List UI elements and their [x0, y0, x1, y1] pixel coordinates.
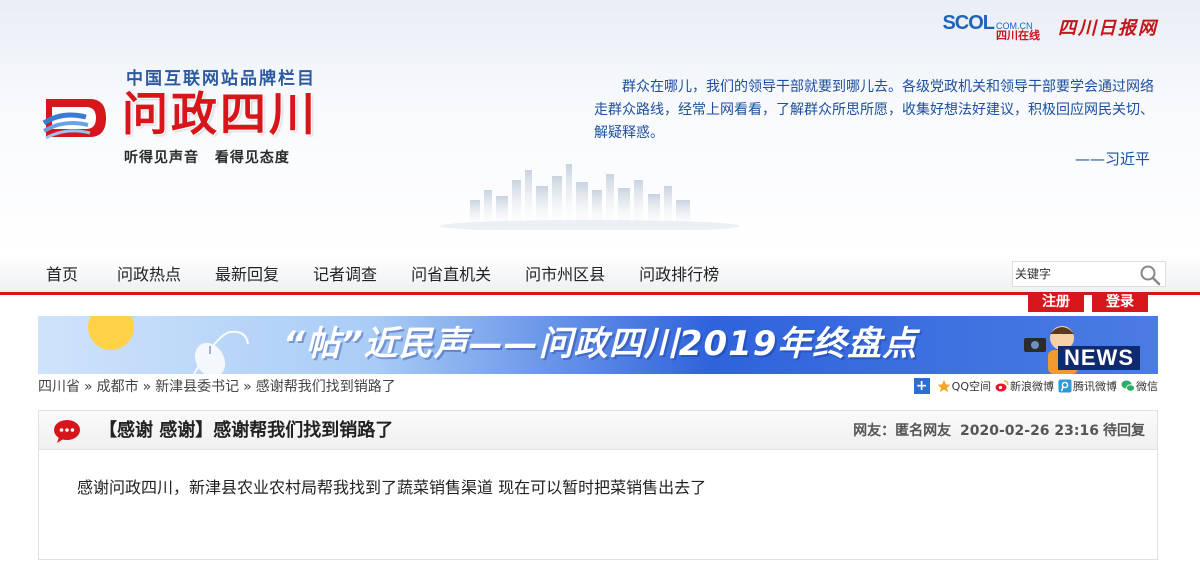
post-header: 【感谢 感谢】感谢帮我们找到销路了 网友：匿名网友 2020-02-26 23:… [38, 410, 1158, 450]
nav-item-rankings[interactable]: 问政排行榜 [622, 255, 736, 295]
breadcrumb-bar: 四川省» 成都市» 新津县委书记» 感谢帮我们找到销路了 + QQ空间 新浪微博 腾讯… [38, 376, 1158, 398]
brand-slogan: 听得见声音 看得见态度 [124, 150, 290, 166]
search-icon[interactable] [1139, 264, 1161, 286]
scol-logo[interactable]: SCOL COM.CN 四川在线 [942, 12, 1040, 42]
news-badge: NEWS [1058, 346, 1140, 370]
post-status: 待回复 [1103, 423, 1145, 439]
post-title: 【感谢 感谢】感谢帮我们找到销路了 [99, 420, 394, 441]
share-wechat[interactable]: 微信 [1121, 378, 1158, 394]
auth-buttons: 注册 登录 [1028, 292, 1148, 312]
breadcrumb-official[interactable]: 新津县委书记 [155, 379, 239, 395]
nav-item-latest-replies[interactable]: 最新回复 [198, 255, 296, 295]
quote-author: ——习近平 [1074, 150, 1150, 168]
login-button[interactable]: 登录 [1092, 292, 1148, 312]
search-input[interactable] [1013, 263, 1133, 285]
share-more-button[interactable]: + [913, 378, 930, 394]
site-header: SCOL COM.CN 四川在线 四川日报网 中国互联网站品牌栏目 问政四川 听… [0, 0, 1200, 255]
breadcrumb-city[interactable]: 成都市 [97, 379, 139, 395]
share-bar: + QQ空间 新浪微博 腾讯微博 微信 [913, 378, 1158, 394]
promo-banner[interactable]: “帖”近民声——问政四川2019年终盘点 NEWS [38, 316, 1158, 374]
leader-quote: 群众在哪儿，我们的领导干部就要到哪儿去。各级党政机关和领导干部要学会通过网络走群… [594, 79, 1154, 141]
wenzheng-logo-icon[interactable] [42, 93, 110, 143]
search-box [1012, 261, 1166, 287]
banner-title: “帖”近民声——问政四川2019年终盘点 [283, 324, 918, 364]
nav-item-home[interactable]: 首页 [30, 255, 95, 295]
speech-bubble-icon [54, 420, 80, 443]
nav-item-hot-topics[interactable]: 问政热点 [95, 255, 198, 295]
mouse-illustration-icon [193, 330, 249, 374]
register-button[interactable]: 注册 [1028, 292, 1084, 312]
weibo-icon [995, 380, 1009, 392]
breadcrumb-province[interactable]: 四川省 [38, 379, 80, 395]
partner-logos: SCOL COM.CN 四川在线 四川日报网 [942, 12, 1158, 42]
scol-logo-text: SCOL [942, 12, 995, 34]
nav-item-cities-counties[interactable]: 问市州区县 [508, 255, 622, 295]
qzone-icon [937, 380, 951, 392]
brand-tagline: 中国互联网站品牌栏目 [126, 69, 316, 89]
tencent-weibo-icon [1058, 379, 1072, 393]
post-meta: 网友：匿名网友 2020-02-26 23:16 待回复 [849, 411, 1145, 451]
breadcrumb-current: 感谢帮我们找到销路了 [255, 379, 396, 395]
scol-logo-cn: 四川在线 [996, 30, 1040, 42]
post-content: 感谢问政四川，新津县农业农村局帮我找到了蔬菜销售渠道 现在可以暂时把菜销售出去了 [77, 478, 707, 497]
share-sina-weibo[interactable]: 新浪微博 [995, 378, 1054, 394]
wechat-icon [1121, 380, 1135, 392]
sichuan-daily-logo[interactable]: 四川日报网 [1058, 14, 1158, 40]
nav-item-reporter-investigation[interactable]: 记者调查 [296, 255, 394, 295]
sun-decoration [88, 316, 134, 350]
nav-item-provincial-agencies[interactable]: 问省直机关 [394, 255, 508, 295]
share-tencent-weibo[interactable]: 腾讯微博 [1058, 378, 1117, 394]
post-body: 感谢问政四川，新津县农业农村局帮我找到了蔬菜销售渠道 现在可以暂时把菜销售出去了 [38, 450, 1158, 560]
city-skyline-illustration [440, 164, 740, 230]
post-author: 网友：匿名网友 [853, 423, 952, 439]
nav-list: 首页 问政热点 最新回复 记者调查 问省直机关 问市州区县 问政排行榜 [30, 255, 736, 295]
post-datetime: 2020-02-26 23:16 [960, 423, 1099, 439]
share-qzone[interactable]: QQ空间 [937, 378, 991, 394]
brand-title[interactable]: 问政四川 [122, 88, 318, 140]
